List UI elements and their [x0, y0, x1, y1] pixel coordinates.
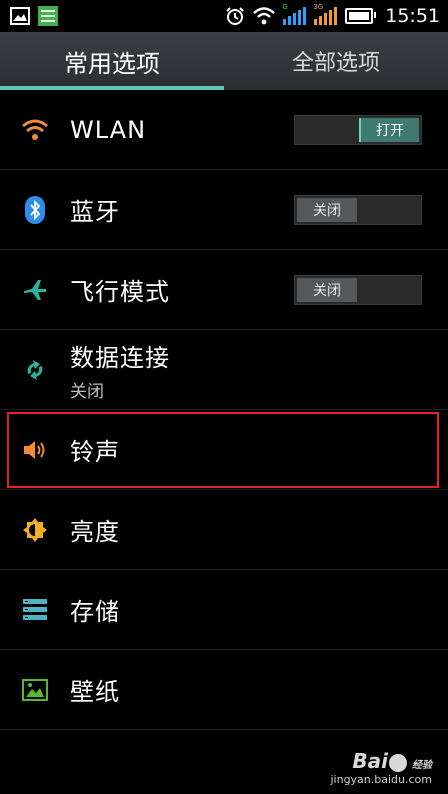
tab-common-options[interactable]: 常用选项: [0, 32, 224, 90]
watermark-brand: Bai 经验: [330, 749, 432, 773]
setting-title: 存储: [70, 598, 120, 626]
setting-row-wallpaper[interactable]: 壁纸: [0, 650, 448, 730]
tab-bar: 常用选项 全部选项: [0, 32, 448, 90]
setting-title: 蓝牙: [70, 198, 120, 226]
wlan-toggle[interactable]: 打开: [294, 115, 422, 145]
wifi-icon: [22, 119, 48, 140]
setting-row-wlan[interactable]: WLAN 打开: [0, 90, 448, 170]
airplane-icon: [24, 279, 46, 300]
battery-icon: [345, 8, 377, 24]
setting-subtitle: 关闭: [70, 381, 104, 402]
bluetooth-icon: [25, 195, 45, 224]
toggle-label: 关闭: [297, 278, 357, 302]
setting-row-brightness[interactable]: 亮度: [0, 490, 448, 570]
setting-row-airplane-mode[interactable]: 飞行模式 关闭: [0, 250, 448, 330]
tab-all-options[interactable]: 全部选项: [224, 32, 448, 90]
status-bar: G 3G 15:51: [0, 0, 448, 32]
setting-title: 铃声: [70, 438, 120, 466]
setting-title: 数据连接: [70, 343, 170, 372]
toggle-label: 关闭: [297, 198, 357, 222]
setting-row-ringtone[interactable]: 铃声: [0, 410, 448, 490]
signal-g-label: G: [282, 3, 288, 11]
bluetooth-toggle[interactable]: 关闭: [294, 195, 422, 225]
storage-icon: [23, 598, 47, 620]
setting-title: WLAN: [70, 115, 147, 144]
data-sync-icon: [27, 359, 43, 380]
notification-area: [10, 6, 58, 26]
setting-title: 亮度: [70, 518, 120, 546]
setting-row-data-connection[interactable]: 数据连接 关闭: [0, 330, 448, 410]
signal-3g-label: 3G: [313, 3, 324, 11]
alarm-icon: [226, 7, 244, 25]
watermark-brand-text: Bai: [352, 749, 388, 773]
signal-3g-icon: 3G: [313, 3, 338, 25]
baidu-jingyan-watermark: Bai 经验 jingyan.baidu.com: [330, 749, 432, 786]
brightness-icon: [23, 517, 47, 542]
setting-title: 飞行模式: [70, 278, 170, 306]
watermark-url: jingyan.baidu.com: [330, 773, 432, 786]
wallpaper-icon: [22, 678, 48, 701]
speaker-icon: [24, 440, 45, 459]
airplane-mode-toggle[interactable]: 关闭: [294, 275, 422, 305]
signal-g-icon: G: [282, 3, 307, 25]
setting-row-bluetooth[interactable]: 蓝牙 关闭: [0, 170, 448, 250]
settings-list: WLAN 打开 蓝牙 关闭 飞行模式 关闭 数据连接 关闭 铃声 亮度 存储 壁…: [0, 90, 448, 730]
setting-row-storage[interactable]: 存储: [0, 570, 448, 650]
toggle-label: 打开: [359, 118, 419, 142]
setting-title: 壁纸: [70, 678, 120, 706]
wifi-status-icon: [253, 7, 276, 25]
watermark-suffix: 经验: [412, 760, 432, 771]
image-notification-icon: [10, 7, 30, 25]
clock: 15:51: [385, 5, 440, 27]
app-notification-icon: [38, 6, 58, 26]
paw-logo-icon: [389, 753, 407, 772]
system-icons: G 3G 15:51: [225, 3, 440, 27]
